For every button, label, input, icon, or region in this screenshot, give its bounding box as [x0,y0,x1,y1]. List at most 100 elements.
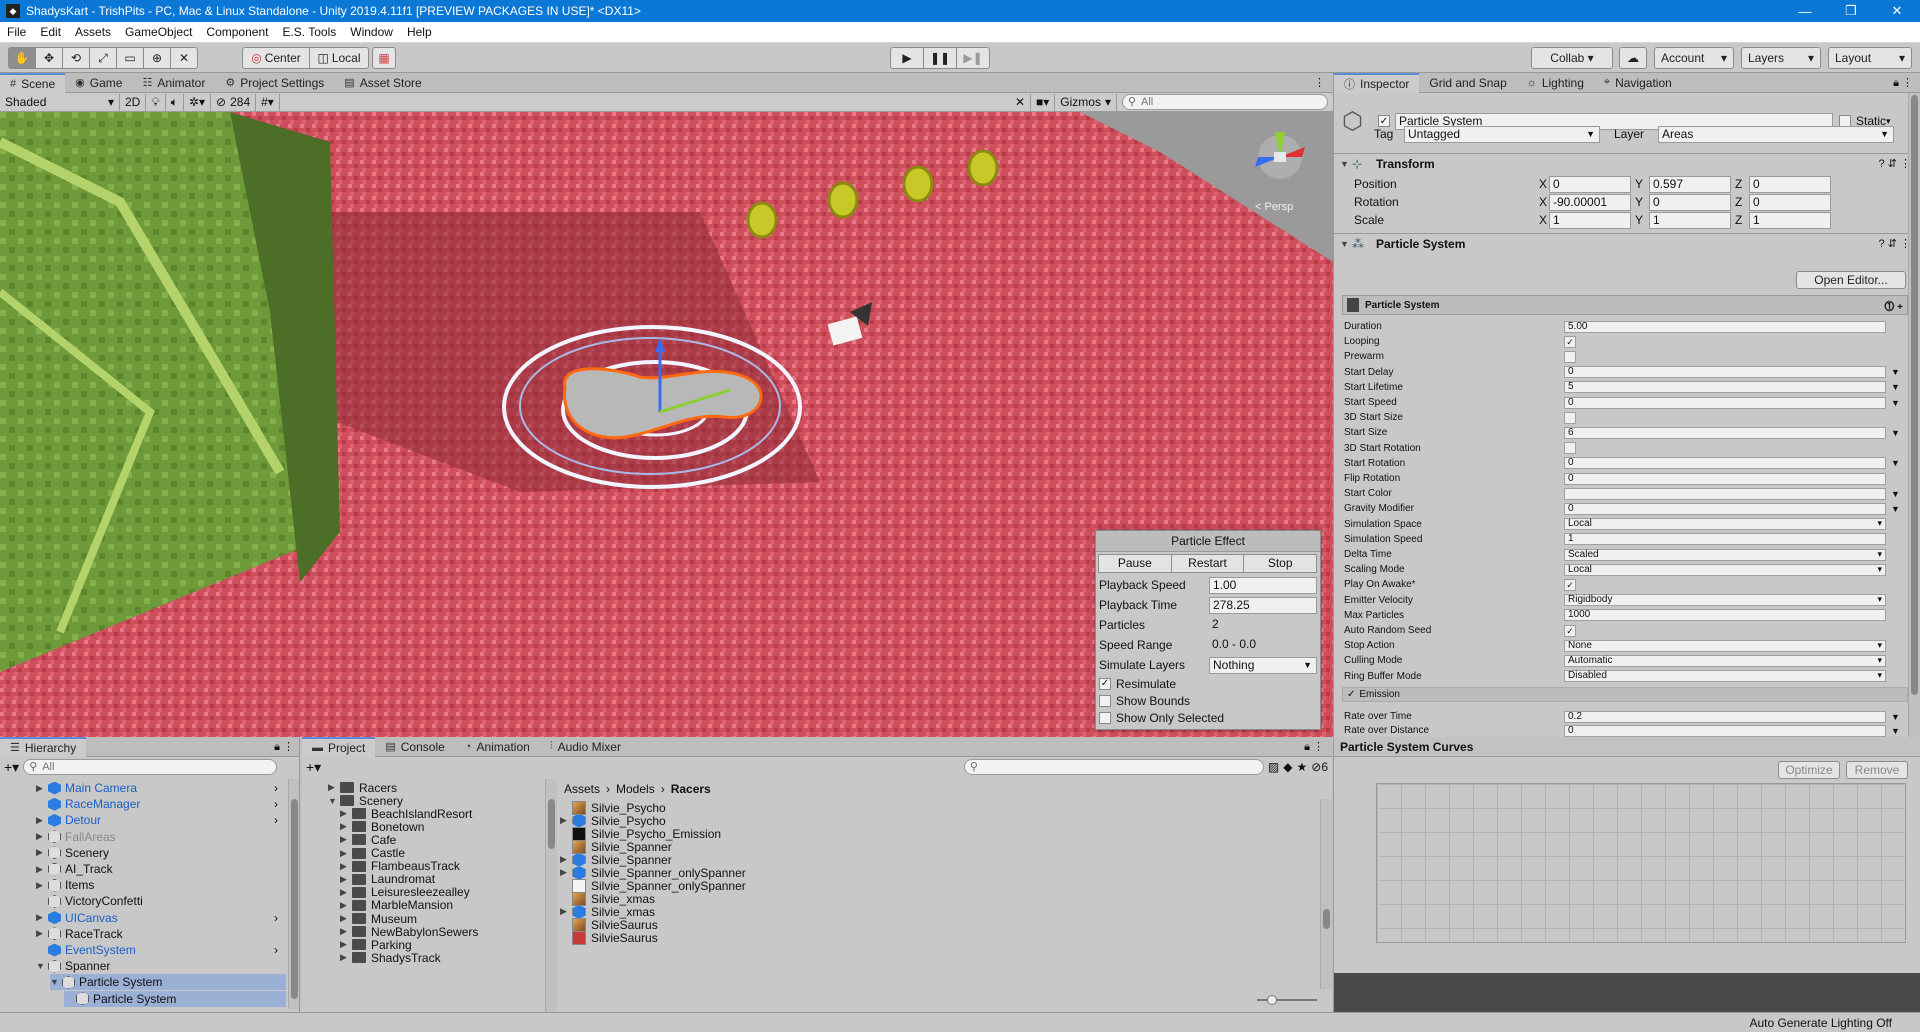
ps-prop-input[interactable]: 1000 [1564,609,1886,622]
grid-snap-icon[interactable]: ▦ [372,47,396,69]
filter-label-icon[interactable]: ◆ [1283,760,1292,774]
menu-component[interactable]: Component [199,22,275,42]
ps-prop-dropdown[interactable]: Local [1564,518,1886,531]
ps-prop-input[interactable]: 1 [1564,533,1886,546]
scale-z[interactable]: 1 [1749,211,1831,229]
chevron-right-icon[interactable]: › [274,797,278,811]
remove-button[interactable]: Remove [1846,761,1908,779]
foldout-arrow-icon[interactable]: ▶ [36,880,48,891]
asset-item[interactable]: SilvieSaurus [560,931,658,945]
minimize-button[interactable]: — [1782,0,1828,22]
chevron-right-icon[interactable]: › [274,813,278,827]
play-button-icon[interactable]: ▶ [890,47,924,69]
folder-item[interactable]: ▶ ShadysTrack [340,951,441,965]
ps-prop-dropdown[interactable]: Disabled [1564,670,1886,683]
pivot-center-button[interactable]: ◎ Center [242,47,310,69]
ps-prop-input[interactable]: 0 [1564,457,1886,470]
tab-console[interactable]: ▤ Console [375,737,454,757]
filter-type-icon[interactable]: ▨ [1268,760,1279,774]
curves-grid[interactable] [1376,783,1906,943]
hierarchy-scrollbar[interactable] [288,779,299,1009]
ps-prop-checkbox[interactable] [1564,411,1576,424]
hidden-objects-toggle[interactable]: ⊘ 284 [211,93,257,111]
tab-inspector[interactable]: ⓘ Inspector [1334,73,1420,93]
audio-toggle-icon[interactable]: 🔈︎ [166,93,184,111]
ps-prop-input[interactable]: 5.00 [1564,320,1886,333]
folder-item[interactable]: ▶ MarbleMansion [340,898,453,912]
ps-prop-input[interactable]: 0 [1564,502,1886,515]
hierarchy-item[interactable]: ▶ UICanvas › [36,910,286,926]
layers-dropdown[interactable]: Layers ▾ [1741,47,1821,69]
shading-mode-dropdown[interactable]: Shaded ▾ [0,93,120,111]
chevron-right-icon[interactable]: › [274,781,278,795]
lock-icon[interactable]: 🔒︎ ⋮ [1304,740,1324,754]
menu-file[interactable]: File [0,22,33,42]
menu-help[interactable]: Help [400,22,439,42]
hierarchy-item[interactable]: RaceManager › [36,796,286,812]
foldout-arrow-icon[interactable]: ▶ [36,815,48,826]
menu-assets[interactable]: Assets [68,22,118,42]
layout-dropdown[interactable]: Layout ▾ [1828,47,1912,69]
create-asset-button[interactable]: +▾ [306,759,321,776]
ps-prop-input[interactable]: 0 [1564,366,1886,379]
asset-item[interactable]: ▶ Silvie_Spanner [560,852,672,867]
chevron-right-icon[interactable]: › [274,911,278,925]
foldout-arrow-icon[interactable]: ▶ [36,783,48,794]
tab-project-settings[interactable]: ⚙ Project Settings [215,73,334,93]
tab-animation[interactable]: ◔ Animation [455,737,540,757]
foldout-arrow-icon[interactable]: ▶ [328,782,340,793]
stop-button[interactable]: Stop [1243,554,1318,573]
hierarchy-item[interactable]: ▶ RaceTrack [36,926,286,942]
asset-item[interactable]: SilvieSaurus [560,917,658,932]
playback-time-input[interactable]: 278.25 [1209,596,1317,614]
breadcrumb-assets[interactable]: Assets [564,782,600,796]
ps-prop-dropdown[interactable]: None [1564,639,1886,652]
hierarchy-item[interactable]: ▶ Main Camera › [36,780,286,796]
hierarchy-item[interactable]: ▶ AI_Track [36,861,286,877]
folder-item[interactable]: ▶ BeachIslandResort [340,807,472,821]
pause-button-icon[interactable]: ❚❚ [923,47,957,69]
tab-scene[interactable]: # Scene [0,72,66,93]
component-menu-icon[interactable]: ? ⇵ ⋮ [1879,237,1911,250]
foldout-arrow-icon[interactable]: ▶ [340,939,352,950]
tab-game[interactable]: ◉ Game [65,73,132,93]
asset-item[interactable]: Silvie_Spanner_onlySpanner [560,878,746,893]
asset-item[interactable]: ▶ Silvie_xmas [560,904,655,919]
collab-button[interactable]: Collab ▾ [1531,47,1613,69]
close-button[interactable]: ✕ [1874,0,1920,22]
asset-item[interactable]: ▶ Silvie_Psycho [560,813,666,828]
pivot-local-button[interactable]: ◫ Local [309,47,369,69]
layer-dropdown[interactable]: Areas ▼ [1658,125,1894,143]
scale-x[interactable]: 1 [1549,211,1631,229]
simulate-layers-dropdown[interactable]: Nothing ▼ [1209,656,1317,674]
hierarchy-item[interactable]: EventSystem › [36,942,286,958]
foldout-arrow-icon[interactable]: ▶ [560,815,572,826]
asset-item[interactable]: ▶ Silvie_Spanner_onlySpanner [560,865,746,880]
hierarchy-item[interactable]: ▶ Scenery [36,845,286,861]
folder-item[interactable]: ▼ Scenery [328,794,403,808]
emission-checkbox[interactable]: ✓ [1347,689,1355,700]
scale-tool-icon[interactable]: ⤢ [89,47,117,69]
rotation-z[interactable]: 0 [1749,193,1831,211]
folder-item[interactable]: ▶ Laundromat [340,872,435,886]
foldout-arrow-icon[interactable]: ▶ [560,854,572,865]
foldout-arrow-icon[interactable]: ▶ [340,913,352,924]
rotate-tool-icon[interactable]: ⟲ [62,47,90,69]
position-y[interactable]: 0.597 [1649,175,1731,193]
chevron-down-icon[interactable]: ▼ [1891,398,1900,408]
project-search-input[interactable] [963,759,1264,775]
foldout-arrow-icon[interactable]: ▶ [36,847,48,858]
2d-toggle[interactable]: 2D [120,93,147,111]
foldout-arrow-icon[interactable]: ▶ [340,821,352,832]
account-dropdown[interactable]: Account ▾ [1654,47,1734,69]
icon-size-slider[interactable] [1257,995,1317,1005]
grid-toggle-icon[interactable]: #▾ [256,93,280,111]
foldout-arrow-icon[interactable]: ▶ [340,861,352,872]
camera-dropdown-icon[interactable]: ■▾ [1031,93,1056,111]
foldout-arrow-icon[interactable]: ▶ [340,874,352,885]
ps-prop-input[interactable]: 0 [1564,472,1886,485]
ps-prop-dropdown[interactable]: Local [1564,563,1886,576]
lock-icon[interactable]: 🔒︎ ⋮ [1893,76,1913,90]
foldout-arrow-icon[interactable]: ▶ [340,887,352,898]
folder-item[interactable]: ▶ Racers [328,781,397,795]
